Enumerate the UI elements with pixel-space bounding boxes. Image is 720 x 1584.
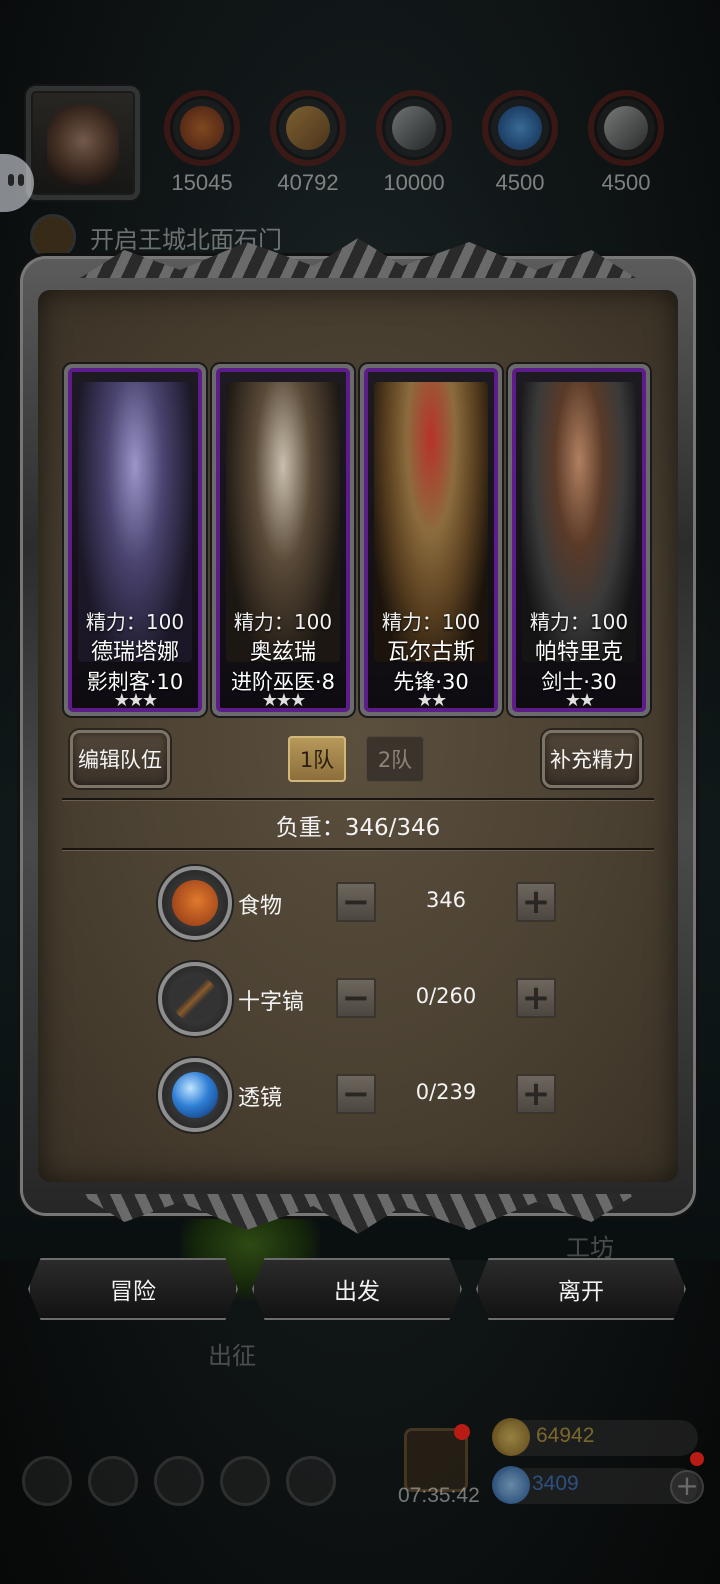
refill-energy-button[interactable]: 补充精力 (542, 730, 642, 788)
map-icon[interactable] (154, 1456, 204, 1506)
expedition-label: 出征 (208, 1342, 256, 1370)
increase-button[interactable]: + (516, 882, 556, 922)
hero-energy: 精力：100 (381, 610, 481, 634)
wood-icon (270, 90, 346, 166)
supply-quantity: 0/260 (415, 984, 477, 1008)
load-capacity: 负重：346/346 (275, 815, 441, 841)
settings-icon[interactable] (22, 1456, 72, 1506)
supply-label: 十字镐 (238, 990, 305, 1015)
supply-row-food: 食物 − 346 + (158, 866, 578, 940)
stone-icon (588, 90, 664, 166)
food-icon (158, 866, 232, 940)
hero-card[interactable]: 精力：100 德瑞塔娜 影刺客·10 ★★★ (64, 364, 206, 716)
resource-food-value: 15045 (171, 170, 233, 195)
resource-iron[interactable]: 10000 (372, 90, 456, 196)
supply-row-pickaxe: 十字镐 − 0/260 + (158, 962, 578, 1036)
notification-dot (454, 1424, 470, 1440)
quest-icon (30, 214, 76, 260)
player-avatar[interactable] (26, 86, 140, 200)
resource-stone[interactable]: 4500 (584, 90, 668, 196)
supply-quantity: 346 (425, 888, 467, 912)
crystal-icon (482, 90, 558, 166)
supply-row-lens: 透镜 − 0/239 + (158, 1058, 578, 1132)
hero-card[interactable]: 精力：100 瓦尔古斯 先锋·30 ★★ (360, 364, 502, 716)
supply-label: 透镜 (238, 1086, 283, 1111)
hero-card[interactable]: 精力：100 奥兹瑞 进阶巫医·8 ★★★ (212, 364, 354, 716)
mail-icon[interactable] (220, 1456, 270, 1506)
tab-team-2[interactable]: 2队 (366, 736, 424, 782)
hero-name: 帕特里克 (534, 640, 623, 665)
increase-button[interactable]: + (516, 1074, 556, 1114)
hero-stars: ★★★ (261, 690, 306, 711)
notification-dot (690, 1452, 704, 1466)
resource-crystal[interactable]: 4500 (478, 90, 562, 196)
hero-stars: ★★ (416, 690, 447, 711)
divider (62, 848, 654, 850)
add-gems-button[interactable]: + (670, 1470, 704, 1504)
divider (62, 798, 654, 800)
hero-energy: 精力：100 (529, 610, 629, 634)
gem-amount: 3409 (532, 1472, 579, 1495)
supply-label: 食物 (238, 894, 283, 919)
gift-timer: 07:35:42 (398, 1484, 480, 1507)
gold-icon (492, 1418, 530, 1456)
supply-quantity: 0/239 (415, 1080, 477, 1104)
resource-food[interactable]: 15045 (160, 90, 244, 196)
depart-button[interactable]: 出发 (252, 1258, 462, 1320)
hero-energy: 精力：100 (85, 610, 185, 634)
hero-name: 奥兹瑞 (249, 640, 316, 665)
gold-amount: 64942 (536, 1424, 595, 1447)
avatar-portrait (47, 105, 119, 185)
gem-icon (492, 1466, 530, 1504)
decrease-button[interactable]: − (336, 978, 376, 1018)
resource-stone-value: 4500 (601, 170, 651, 195)
hero-stars: ★★ (564, 690, 595, 711)
star-icon[interactable] (88, 1456, 138, 1506)
hero-energy: 精力：100 (233, 610, 333, 634)
chat-icon[interactable] (286, 1456, 336, 1506)
workshop-label: 工坊 (566, 1234, 614, 1262)
resource-wood-value: 40792 (277, 170, 339, 195)
hero-cards: 精力：100 德瑞塔娜 影刺客·10 ★★★ 精力：100 奥兹瑞 进阶巫医·8… (64, 364, 692, 716)
hero-name: 德瑞塔娜 (90, 640, 179, 665)
resource-wood[interactable]: 40792 (266, 90, 350, 196)
pickaxe-icon (158, 962, 232, 1036)
expedition-dialog: 精力：100 德瑞塔娜 影刺客·10 ★★★ 精力：100 奥兹瑞 进阶巫医·8… (20, 238, 696, 1216)
tab-team-1[interactable]: 1队 (288, 736, 346, 782)
decrease-button[interactable]: − (336, 882, 376, 922)
hero-name: 瓦尔古斯 (386, 640, 475, 665)
decrease-button[interactable]: − (336, 1074, 376, 1114)
hero-card[interactable]: 精力：100 帕特里克 剑士·30 ★★ (508, 364, 650, 716)
adventure-button[interactable]: 冒险 (28, 1258, 238, 1320)
resource-crystal-value: 4500 (495, 170, 545, 195)
edit-team-button[interactable]: 编辑队伍 (70, 730, 170, 788)
resource-iron-value: 10000 (383, 170, 445, 195)
iron-icon (376, 90, 452, 166)
increase-button[interactable]: + (516, 978, 556, 1018)
lens-icon (158, 1058, 232, 1132)
food-icon (164, 90, 240, 166)
hero-stars: ★★★ (113, 690, 158, 711)
leave-button[interactable]: 离开 (476, 1258, 686, 1320)
